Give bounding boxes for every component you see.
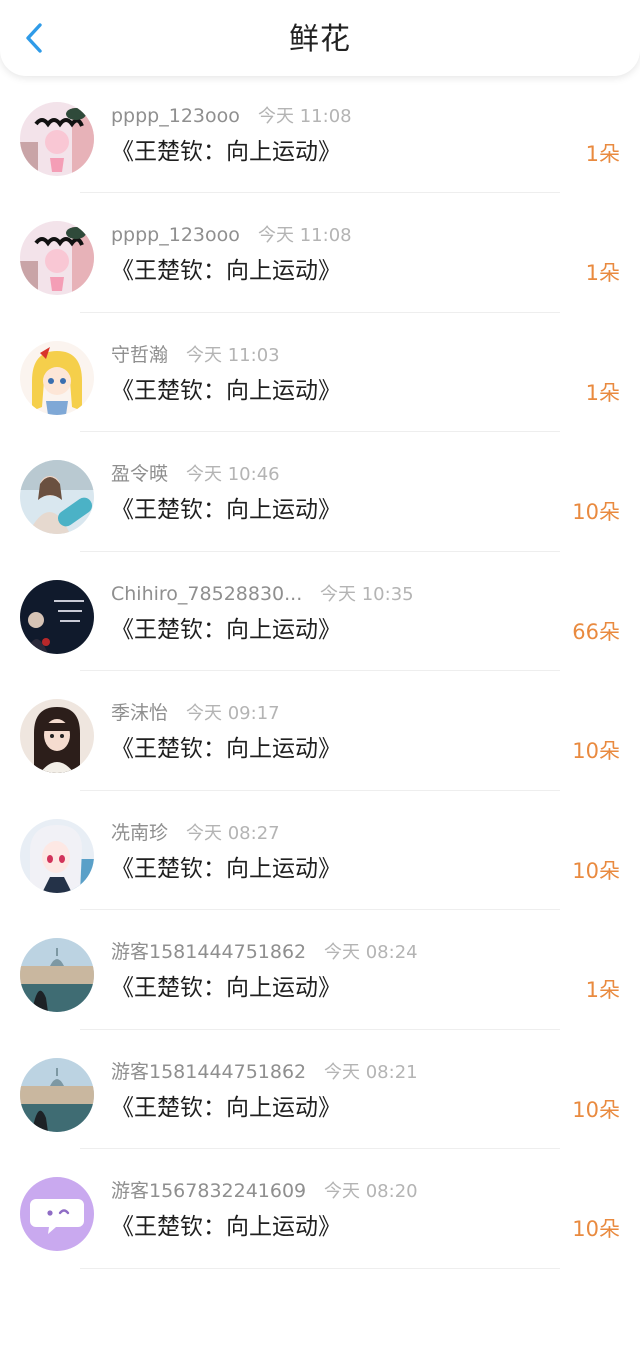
avatar[interactable] bbox=[20, 579, 94, 654]
flower-count: 10朵 bbox=[572, 858, 620, 883]
timestamp: 今天 08:24 bbox=[324, 942, 418, 963]
flower-count: 10朵 bbox=[572, 500, 620, 524]
user-name[interactable]: 盈令暎 bbox=[111, 462, 168, 486]
timestamp: 今天 10:46 bbox=[186, 464, 280, 485]
user-name[interactable]: 季沫怡 bbox=[111, 701, 168, 725]
gift-target-title: 《王楚钦：向上运动》 bbox=[111, 258, 341, 284]
timestamp: 今天 10:35 bbox=[320, 583, 414, 605]
list-item[interactable]: Chihiro_78528830... 今天 10:35 《王楚钦：向上运动》 66朵 bbox=[0, 552, 640, 671]
gift-target-title: 《王楚钦：向上运动》 bbox=[111, 736, 341, 762]
user-name[interactable]: pppp_123ooo bbox=[111, 223, 240, 247]
list-item[interactable]: pppp_123ooo 今天 11:08 《王楚钦：向上运动》 1朵 bbox=[0, 193, 640, 313]
flower-count: 10朵 bbox=[572, 1217, 620, 1241]
divider bbox=[80, 1267, 560, 1269]
top-bar: 鲜花 bbox=[0, 0, 640, 76]
user-name[interactable]: 守哲瀚 bbox=[111, 343, 168, 367]
flower-count: 1朵 bbox=[585, 380, 620, 405]
list-item[interactable]: 盈令暎 今天 10:46 《王楚钦：向上运动》 10朵 bbox=[0, 432, 640, 552]
avatar[interactable] bbox=[20, 938, 94, 1012]
list-item[interactable]: 冼南珍 今天 08:27 《王楚钦：向上运动》 10朵 bbox=[0, 791, 640, 910]
timestamp: 今天 11:08 bbox=[258, 105, 352, 127]
page-title: 鲜花 bbox=[289, 22, 351, 57]
gift-target-title: 《王楚钦：向上运动》 bbox=[111, 1094, 341, 1121]
avatar[interactable] bbox=[20, 101, 94, 176]
flower-count: 10朵 bbox=[572, 1097, 620, 1122]
list-item[interactable]: 守哲瀚 今天 11:03 《王楚钦：向上运动》 1朵 bbox=[0, 313, 640, 432]
avatar[interactable] bbox=[20, 460, 94, 534]
list-item[interactable]: 季沫怡 今天 09:17 《王楚钦：向上运动》 10朵 bbox=[0, 671, 640, 791]
gift-target-title: 《王楚钦：向上运动》 bbox=[111, 975, 341, 1001]
gift-target-title: 《王楚钦：向上运动》 bbox=[111, 138, 341, 165]
gift-target-title: 《王楚钦：向上运动》 bbox=[111, 855, 341, 882]
avatar[interactable] bbox=[20, 818, 94, 893]
list-item[interactable]: 游客1567832241609 今天 08:20 《王楚钦：向上运动》 10朵 bbox=[0, 1149, 640, 1269]
flower-count: 1朵 bbox=[585, 141, 620, 166]
flower-count: 1朵 bbox=[585, 261, 620, 285]
avatar[interactable] bbox=[20, 1057, 94, 1132]
list-item[interactable]: 游客1581444751862 今天 08:24 《王楚钦：向上运动》 1朵 bbox=[0, 910, 640, 1030]
user-name[interactable]: 冼南珍 bbox=[111, 821, 168, 845]
timestamp: 今天 08:21 bbox=[324, 1061, 418, 1083]
user-name[interactable]: 游客1567832241609 bbox=[111, 1179, 306, 1203]
user-name[interactable]: pppp_123ooo bbox=[111, 104, 240, 128]
gift-target-title: 《王楚钦：向上运动》 bbox=[111, 1214, 341, 1240]
user-name[interactable]: 游客1581444751862 bbox=[111, 1060, 306, 1084]
flower-count: 10朵 bbox=[572, 739, 620, 763]
timestamp: 今天 08:27 bbox=[186, 822, 280, 844]
user-name[interactable]: 游客1581444751862 bbox=[111, 940, 306, 964]
avatar[interactable] bbox=[20, 1177, 94, 1251]
gift-target-title: 《王楚钦：向上运动》 bbox=[111, 497, 341, 523]
user-name[interactable]: Chihiro_78528830... bbox=[111, 582, 302, 606]
timestamp: 今天 08:20 bbox=[324, 1181, 418, 1202]
timestamp: 今天 11:08 bbox=[258, 225, 352, 246]
timestamp: 今天 09:17 bbox=[186, 703, 280, 724]
list-item[interactable]: 游客1581444751862 今天 08:21 《王楚钦：向上运动》 10朵 bbox=[0, 1030, 640, 1149]
flower-count: 66朵 bbox=[572, 619, 620, 644]
flower-record-list: 保元蝶今天 11:22《王楚钦：向上运动》10朵pppp_123ooo今天 11… bbox=[0, 0, 640, 1269]
avatar[interactable] bbox=[20, 340, 94, 415]
gift-target-title: 《王楚钦：向上运动》 bbox=[111, 616, 341, 643]
list-item[interactable]: pppp_123ooo 今天 11:08 《王楚钦：向上运动》 1朵 bbox=[0, 74, 640, 193]
flower-count: 1朵 bbox=[585, 978, 620, 1002]
timestamp: 今天 11:03 bbox=[186, 344, 280, 366]
gift-target-title: 《王楚钦：向上运动》 bbox=[111, 377, 341, 404]
avatar[interactable] bbox=[20, 699, 94, 773]
avatar[interactable] bbox=[20, 221, 94, 295]
